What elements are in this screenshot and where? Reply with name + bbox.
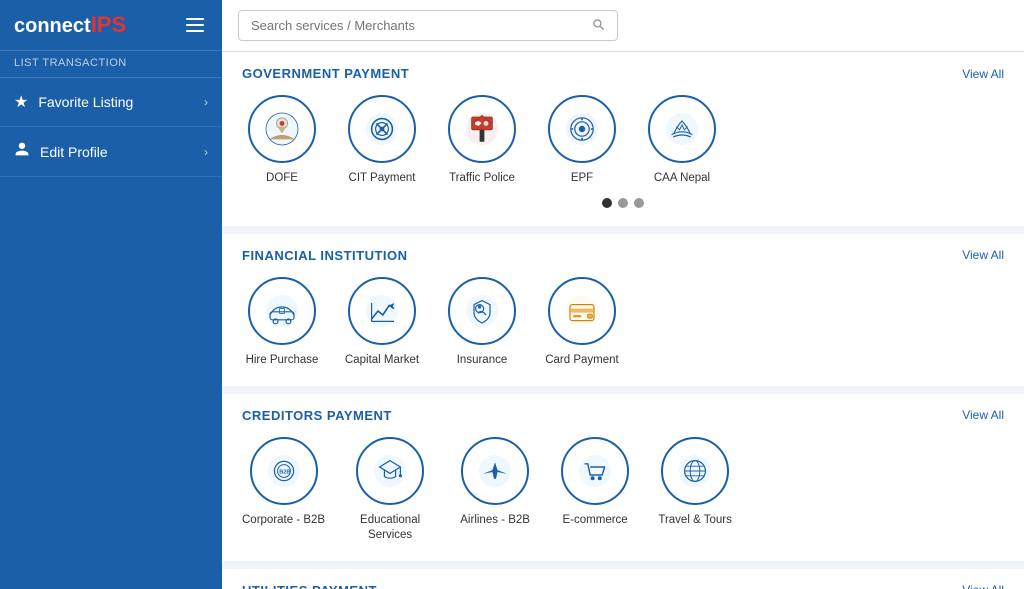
service-item-capital-market[interactable]: Capital Market [342, 277, 422, 368]
star-icon: ★ [14, 92, 28, 112]
insurance-icon-circle [448, 277, 516, 345]
view-all-financial[interactable]: View All [962, 248, 1004, 262]
svg-text:B2B: B2B [279, 469, 290, 475]
educational-icon-circle [356, 437, 424, 505]
sidebar-item-edit-profile[interactable]: Edit Profile › [0, 127, 222, 177]
section-header: UTILITIES PAYMENT View All [242, 583, 1004, 589]
service-item-card-payment[interactable]: Card Payment [542, 277, 622, 368]
section-header: CREDITORS PAYMENT View All [242, 408, 1004, 423]
hire-purchase-icon-circle [248, 277, 316, 345]
person-icon [14, 141, 30, 162]
main-content: GOVERNMENT PAYMENT View All [222, 0, 1024, 589]
service-label: Hire Purchase [246, 353, 319, 368]
service-item-ecommerce[interactable]: E-commerce [555, 437, 635, 528]
cit-icon-circle [348, 95, 416, 163]
travel-icon-circle [661, 437, 729, 505]
financial-icons-grid: Hire Purchase Capital Market [242, 277, 1004, 368]
service-item-caa[interactable]: CAA Nepal [642, 95, 722, 186]
service-item-corporate-b2b[interactable]: B2B Corporate - B2B [242, 437, 325, 528]
capital-market-icon-circle [348, 277, 416, 345]
service-label: CIT Payment [349, 171, 416, 186]
epf-icon-circle [548, 95, 616, 163]
search-input[interactable] [251, 18, 591, 33]
service-label: CAA Nepal [654, 171, 710, 186]
search-bar[interactable] [238, 10, 618, 41]
content-area: GOVERNMENT PAYMENT View All [222, 52, 1024, 589]
service-item-hire-purchase[interactable]: Hire Purchase [242, 277, 322, 368]
service-label: E-commerce [563, 513, 628, 528]
service-item-cit[interactable]: CIT Payment [342, 95, 422, 186]
logo-connect: connect [14, 15, 91, 37]
traffic-icon-circle: NP [448, 95, 516, 163]
dot-2 [618, 198, 628, 208]
service-label: Insurance [457, 353, 508, 368]
service-label: Airlines - B2B [460, 513, 530, 528]
sidebar-subtitle: List Transaction [0, 51, 222, 78]
sidebar-item-label: Favorite Listing [38, 94, 133, 110]
service-label: Educational Services [345, 513, 435, 543]
creditors-icons-grid: B2B Corporate - B2B [242, 437, 1004, 543]
card-payment-icon-circle [548, 277, 616, 345]
sidebar: connectIPS List Transaction ★ Favorite L… [0, 0, 222, 589]
view-all-utilities[interactable]: View All [962, 583, 1004, 589]
service-item-traffic[interactable]: NP Traffic Police [442, 95, 522, 186]
section-header: GOVERNMENT PAYMENT View All [242, 66, 1004, 81]
dot-3 [634, 198, 644, 208]
logo-ips: IPS [91, 12, 126, 37]
service-item-dofe[interactable]: DOFE [242, 95, 322, 186]
ecommerce-icon-circle [561, 437, 629, 505]
service-item-epf[interactable]: EPF [542, 95, 622, 186]
sidebar-item-favorite-listing[interactable]: ★ Favorite Listing › [0, 78, 222, 127]
hamburger-menu-icon[interactable] [182, 14, 208, 36]
service-label: DOFE [266, 171, 298, 186]
section-title: UTILITIES PAYMENT [242, 583, 377, 589]
creditors-payment-section: CREDITORS PAYMENT View All B2B Corporate… [222, 394, 1024, 561]
section-title: GOVERNMENT PAYMENT [242, 66, 409, 81]
corporate-b2b-icon-circle: B2B [250, 437, 318, 505]
caa-icon-circle [648, 95, 716, 163]
chevron-right-icon: › [204, 145, 208, 159]
service-item-airlines[interactable]: Airlines - B2B [455, 437, 535, 528]
government-payment-section: GOVERNMENT PAYMENT View All [222, 52, 1024, 226]
search-icon [591, 17, 605, 34]
service-label: Travel & Tours [658, 513, 732, 528]
dofe-icon-circle [248, 95, 316, 163]
chevron-right-icon: › [204, 95, 208, 109]
sidebar-logo: connectIPS [0, 0, 222, 51]
service-label: Capital Market [345, 353, 419, 368]
service-item-travel[interactable]: Travel & Tours [655, 437, 735, 528]
view-all-creditors[interactable]: View All [962, 408, 1004, 422]
service-item-educational[interactable]: Educational Services [345, 437, 435, 543]
logo: connectIPS [14, 12, 126, 38]
svg-text:NP: NP [475, 121, 482, 127]
airlines-icon-circle [461, 437, 529, 505]
service-label: Corporate - B2B [242, 513, 325, 528]
service-label: Card Payment [545, 353, 619, 368]
section-title: FINANCIAL INSTITUTION [242, 248, 408, 263]
header [222, 0, 1024, 52]
section-header: FINANCIAL INSTITUTION View All [242, 248, 1004, 263]
service-item-insurance[interactable]: Insurance [442, 277, 522, 368]
service-label: Traffic Police [449, 171, 515, 186]
sidebar-item-label: Edit Profile [40, 144, 108, 160]
government-icons-grid: DOFE CIT Payment [242, 95, 1004, 186]
financial-institution-section: FINANCIAL INSTITUTION View All [222, 234, 1024, 386]
view-all-government[interactable]: View All [962, 67, 1004, 81]
pagination-dots [242, 198, 1004, 208]
dot-1 [602, 198, 612, 208]
section-title: CREDITORS PAYMENT [242, 408, 392, 423]
utilities-payment-section: UTILITIES PAYMENT View All [222, 569, 1024, 589]
service-label: EPF [571, 171, 593, 186]
